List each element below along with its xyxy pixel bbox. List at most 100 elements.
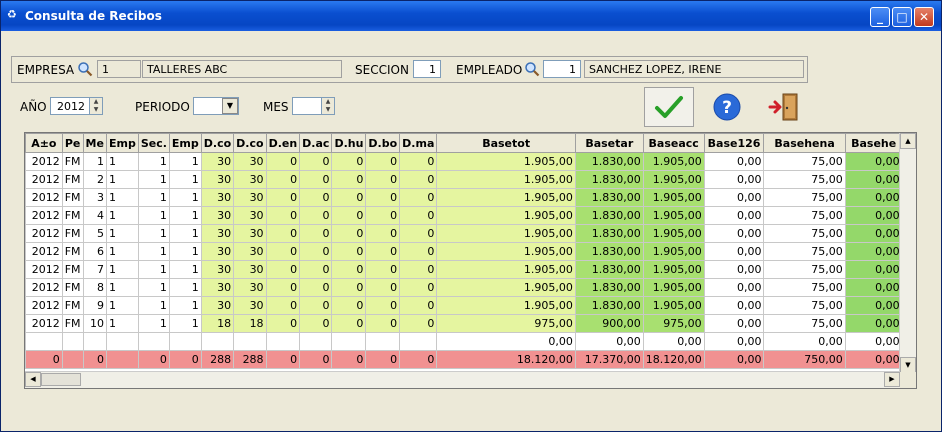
table-cell[interactable]: 30 [200,170,235,189]
table-cell[interactable]: 0 [399,188,438,207]
table-cell[interactable]: 1 [105,170,139,189]
scroll-down-button[interactable]: ▼ [900,357,916,373]
table-cell[interactable]: 1.905,00 [642,296,705,315]
table-cell[interactable]: 3 [82,188,107,207]
table-cell[interactable]: 0 [331,278,367,297]
table-cell[interactable]: 1 [168,188,202,207]
table-cell[interactable]: 0 [299,224,333,243]
help-button[interactable]: ? [702,87,752,127]
table-row[interactable]: 2012 FM 2 1 1 1 30 30 0 0 0 0 0 1.905,00 1.830,00 1.905… [25,170,916,189]
table-cell[interactable]: 1.905,00 [642,242,705,261]
table-cell[interactable] [61,350,84,369]
table-cell[interactable]: 0 [331,224,367,243]
table-cell[interactable]: 1.905,00 [642,224,705,243]
table-cell[interactable] [137,332,170,351]
table-cell[interactable]: 0,00 [703,242,765,261]
table-cell[interactable]: 1 [168,314,202,333]
table-cell[interactable]: 1 [168,296,202,315]
table-cell[interactable]: 0 [331,206,367,225]
table-cell[interactable]: 288 [233,350,267,369]
table-cell[interactable]: 2012 [25,314,63,333]
table-cell[interactable]: 0 [265,350,301,369]
table-cell[interactable]: 0 [399,350,438,369]
table-cell[interactable] [299,332,333,351]
table-cell[interactable]: 0,00 [844,332,903,351]
table-cell[interactable]: 0 [265,242,301,261]
table-cell[interactable]: 75,00 [763,188,846,207]
table-cell[interactable]: 0 [331,170,367,189]
table-cell[interactable]: 2012 [25,224,63,243]
table-cell[interactable] [233,332,267,351]
table-cell[interactable]: 1.905,00 [436,242,576,261]
table-cell[interactable]: 0 [299,314,333,333]
empresa-search-icon[interactable] [77,61,93,77]
table-cell[interactable]: 975,00 [436,314,576,333]
column-header[interactable]: D.ma [399,133,438,153]
table-cell[interactable]: 30 [233,260,267,279]
table-cell[interactable]: 0 [365,350,401,369]
table-cell[interactable]: 0 [365,206,401,225]
empleado-code-field[interactable]: 1 [543,60,581,78]
close-button[interactable]: ✕ [914,7,934,27]
table-cell[interactable]: 2012 [25,206,63,225]
table-cell[interactable]: FM [61,206,84,225]
table-cell[interactable]: 0,00 [844,206,903,225]
table-cell[interactable]: 30 [200,224,235,243]
table-cell[interactable]: 1 [137,296,170,315]
table-cell[interactable]: 1.905,00 [642,260,705,279]
table-cell[interactable] [265,332,301,351]
table-cell[interactable]: 0,00 [844,224,903,243]
table-cell[interactable]: 0 [399,314,438,333]
table-cell[interactable]: 1.905,00 [642,206,705,225]
table-cell[interactable]: 1.830,00 [574,152,644,171]
table-cell[interactable]: 0,00 [844,260,903,279]
horizontal-scrollbar[interactable]: ◀ ▶ [25,371,900,388]
column-header[interactable]: A±o [25,133,63,153]
table-cell[interactable]: 1 [105,152,139,171]
table-cell[interactable]: 0,00 [703,260,765,279]
column-header[interactable]: D.co [233,133,267,153]
table-cell[interactable]: 1 [105,260,139,279]
table-cell[interactable]: 30 [200,206,235,225]
table-cell[interactable]: 0,00 [844,170,903,189]
table-cell[interactable]: 2012 [25,260,63,279]
scroll-right-button[interactable]: ▶ [884,372,900,387]
table-row[interactable]: 2012 FM 8 1 1 1 30 30 0 0 0 0 0 1.905,00 1.830,00 1.905… [25,278,916,297]
horizontal-scroll-thumb[interactable] [41,373,81,386]
table-cell[interactable] [331,332,367,351]
table-cell[interactable]: 0 [365,296,401,315]
table-cell[interactable]: 30 [233,278,267,297]
table-cell[interactable]: 975,00 [642,314,705,333]
table-cell[interactable]: 75,00 [763,296,846,315]
receipts-grid[interactable]: A±o Pe Me Emp Sec. Emp D.co D.co D.en D.ac D.hu D.b… [24,132,917,389]
table-cell[interactable]: 1 [168,278,202,297]
table-cell[interactable]: 1 [168,152,202,171]
anio-spinner[interactable]: ▲ ▼ [89,97,103,115]
maximize-button[interactable]: □ [892,7,912,27]
table-cell[interactable]: 2012 [25,188,63,207]
column-header[interactable]: Basetot [436,133,576,153]
column-header[interactable]: Me [82,133,107,153]
table-row[interactable]: 2012 FM 7 1 1 1 30 30 0 0 0 0 0 1.905,00 1.830,00 1.905… [25,260,916,279]
table-cell[interactable]: 0,00 [703,332,765,351]
column-header[interactable]: Basehena [763,133,846,153]
table-cell[interactable]: 1 [137,278,170,297]
table-cell[interactable]: 10 [82,314,107,333]
table-cell[interactable]: 0 [365,260,401,279]
table-cell[interactable]: 0 [399,278,438,297]
table-cell[interactable]: 0 [365,278,401,297]
table-cell[interactable]: 1 [168,206,202,225]
table-cell[interactable]: 1.905,00 [436,152,576,171]
table-cell[interactable]: 1 [168,242,202,261]
table-cell[interactable]: 0 [265,314,301,333]
table-cell[interactable]: 0 [331,242,367,261]
table-cell[interactable]: 0,00 [703,296,765,315]
exit-button[interactable] [759,87,809,127]
table-cell[interactable]: 7 [82,260,107,279]
table-cell[interactable]: 0,00 [844,350,903,369]
table-cell[interactable]: 1.830,00 [574,242,644,261]
column-header[interactable]: Basehe [844,133,903,153]
table-cell[interactable]: 6 [82,242,107,261]
table-cell[interactable]: 18.120,00 [642,350,705,369]
table-cell[interactable]: 1.905,00 [642,188,705,207]
